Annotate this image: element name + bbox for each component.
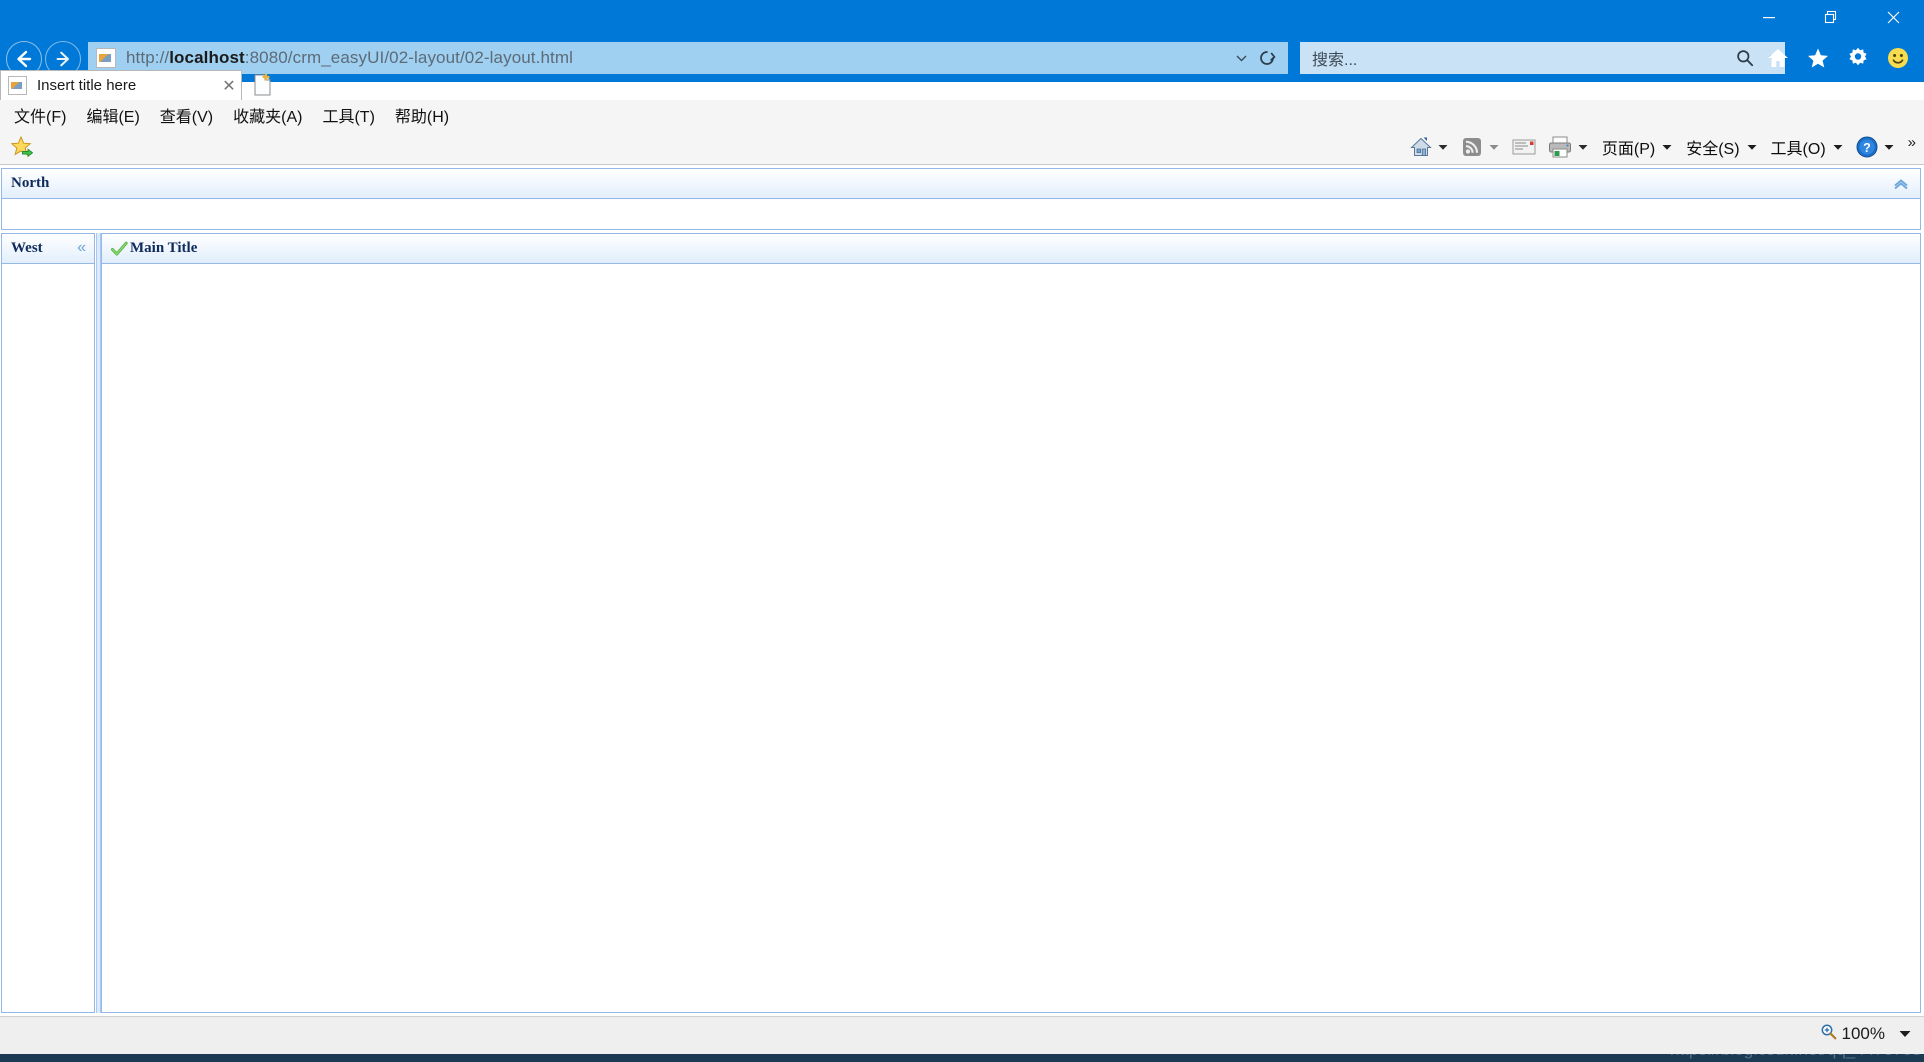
status-bar: 100% xyxy=(0,1016,1924,1054)
tab-close-icon[interactable]: ✕ xyxy=(217,73,241,99)
mail-button[interactable] xyxy=(1507,131,1541,163)
west-panel-header: West « xyxy=(2,234,94,264)
menu-item-favorites[interactable]: 收藏夹(A) xyxy=(223,100,312,130)
menu-item-help[interactable]: 帮助(H) xyxy=(385,100,459,130)
help-icon: ? xyxy=(1856,136,1878,158)
zoom-control[interactable]: 100% xyxy=(1820,1021,1914,1047)
tab-strip: Insert title here ✕ xyxy=(0,70,1924,100)
rss-icon xyxy=(1462,138,1481,156)
center-panel-title: Main Title xyxy=(130,240,198,256)
mail-icon xyxy=(1512,139,1536,155)
center-panel-body xyxy=(102,264,1920,1012)
layout-region-center: Main Title xyxy=(101,233,1921,1013)
menu-item-tools[interactable]: 工具(T) xyxy=(312,100,384,130)
green-check-icon xyxy=(110,240,128,258)
search-input[interactable]: 搜索... xyxy=(1312,46,1727,70)
address-actions xyxy=(1230,43,1288,73)
chevron-down-icon[interactable] xyxy=(1890,1030,1914,1038)
title-bar xyxy=(0,0,1924,34)
tools-menu-label: 工具(O) xyxy=(1770,141,1826,158)
layout-region-west: West « xyxy=(1,233,95,1013)
browser-window: http://localhost:8080/crm_easyUI/02-layo… xyxy=(0,0,1924,1062)
command-bar: 页面(P) 安全(S) 工具(O) ? » xyxy=(0,130,1924,165)
safety-menu-label: 安全(S) xyxy=(1686,141,1740,158)
help-menu-button[interactable]: ? xyxy=(1851,131,1900,163)
west-panel-body xyxy=(2,264,94,1012)
north-panel-header: North xyxy=(2,169,1920,199)
watermark-text: https://blog.csdn.net/qq_44757034 xyxy=(1670,1054,1924,1060)
chevron-down-icon xyxy=(1882,144,1896,151)
chevron-down-icon xyxy=(1576,144,1590,151)
menu-item-file[interactable]: 文件(F) xyxy=(4,100,76,130)
north-collapse-icon[interactable] xyxy=(1892,175,1910,193)
home-button[interactable] xyxy=(1405,131,1454,163)
menu-bar: 文件(F) 编辑(E) 查看(V) 收藏夹(A) 工具(T) 帮助(H) xyxy=(0,100,1924,130)
menu-item-view[interactable]: 查看(V) xyxy=(150,100,223,130)
safety-menu-button[interactable]: 安全(S) xyxy=(1680,131,1762,163)
chevron-down-icon xyxy=(1745,144,1759,151)
url-path: :8080/crm_easyUI/02-layout/02-layout.htm… xyxy=(244,48,573,67)
chevron-down-icon xyxy=(1487,144,1501,151)
close-button[interactable] xyxy=(1862,0,1924,34)
tab-favicon-icon xyxy=(8,76,27,95)
chevron-down-icon xyxy=(1831,144,1845,151)
center-panel-header: Main Title xyxy=(102,234,1920,264)
layout-region-north: North xyxy=(1,168,1921,230)
url-host: localhost xyxy=(169,48,245,67)
home-icon xyxy=(1410,137,1432,156)
svg-text:?: ? xyxy=(1863,141,1871,155)
north-panel-title: North xyxy=(11,175,50,191)
restore-button[interactable] xyxy=(1800,0,1862,34)
feeds-button[interactable] xyxy=(1456,131,1505,163)
print-button[interactable] xyxy=(1543,131,1594,163)
zoom-magnifier-icon xyxy=(1820,1023,1837,1045)
chevron-down-icon xyxy=(1436,144,1450,151)
zoom-level-label: 100% xyxy=(1841,1024,1885,1043)
search-icon[interactable] xyxy=(1727,43,1763,73)
north-panel-body xyxy=(2,199,1920,229)
tab-title: Insert title here xyxy=(37,77,137,94)
new-tab-button[interactable] xyxy=(250,73,276,98)
page-menu-label: 页面(P) xyxy=(1601,141,1656,158)
add-to-favorites-star-icon[interactable] xyxy=(8,134,36,162)
chevron-down-icon xyxy=(1660,144,1674,151)
page-content: North West « Main Title xyxy=(0,166,1924,1016)
url-scheme: http:// xyxy=(126,48,170,67)
refresh-icon[interactable] xyxy=(1252,43,1282,73)
tab-insert-title-here[interactable]: Insert title here ✕ xyxy=(0,70,242,100)
watermark-strip: https://blog.csdn.net/qq_44757034 xyxy=(0,1054,1924,1062)
command-overflow-button[interactable]: » xyxy=(1902,134,1916,161)
page-menu-button[interactable]: 页面(P) xyxy=(1596,131,1678,163)
west-panel-title: West xyxy=(11,240,43,256)
address-favicon-icon xyxy=(96,48,116,68)
menu-item-edit[interactable]: 编辑(E) xyxy=(76,100,149,130)
address-url-text: http://localhost:8080/crm_easyUI/02-layo… xyxy=(126,48,573,68)
command-bar-buttons: 页面(P) 安全(S) 工具(O) ? » xyxy=(1405,130,1916,164)
west-collapse-icon[interactable]: « xyxy=(77,238,86,258)
printer-icon xyxy=(1548,136,1571,158)
tools-menu-button[interactable]: 工具(O) xyxy=(1765,131,1849,163)
window-controls xyxy=(1738,0,1924,34)
minimize-button[interactable] xyxy=(1738,0,1800,34)
address-dropdown-icon[interactable] xyxy=(1230,43,1252,73)
